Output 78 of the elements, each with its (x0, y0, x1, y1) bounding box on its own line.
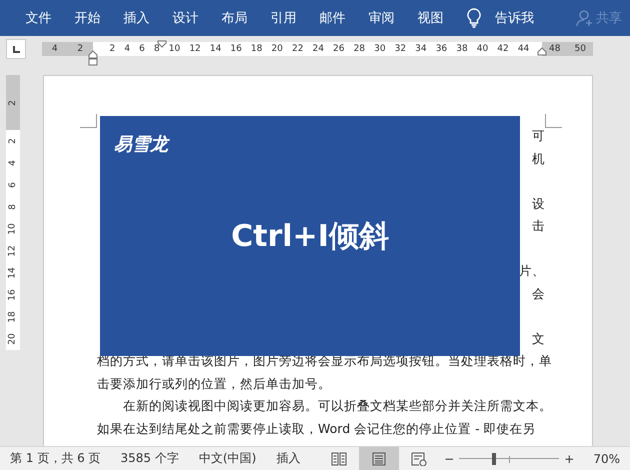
ribbon-tab[interactable]: 视图 (406, 5, 455, 31)
ruler-number: 22 (292, 44, 304, 54)
ribbon-tab[interactable]: 审阅 (357, 5, 406, 31)
tell-me-link[interactable]: 告诉我 (495, 5, 534, 31)
text-fragment: 击 (532, 218, 545, 233)
ruler-number: 24 (312, 44, 324, 54)
text-fragment: 会 (532, 286, 545, 300)
text-fragment: 设 (532, 196, 545, 210)
ruler-number: 8 (154, 44, 160, 54)
zoom-out-button[interactable]: − (441, 452, 458, 466)
ruler-number: 50 (574, 44, 586, 54)
ruler-number: 34 (415, 44, 427, 54)
page-icon (371, 452, 388, 466)
text-fragment: 文 (532, 330, 545, 346)
ruler-number: 2 (8, 138, 18, 144)
ruler-number: 20 (8, 333, 18, 345)
ruler-number: 26 (333, 44, 344, 54)
person-add-icon (576, 9, 594, 27)
text-fragment: 可 (532, 128, 545, 143)
vertical-ruler[interactable]: 2 2 4 6 8 10 12 14 16 18 20 (6, 75, 20, 350)
text-fragment: 片、 (519, 263, 545, 278)
paragraph-line: 击要添加行或列的位置，然后单击加号。 (97, 376, 331, 390)
ruler-number: 4 (124, 44, 130, 54)
ruler-number: 14 (210, 44, 222, 54)
ruler-number: 38 (456, 44, 468, 54)
word-count[interactable]: 3585 个字 (120, 450, 179, 467)
ruler-number: 30 (374, 44, 386, 54)
ruler-number: 10 (8, 223, 18, 235)
ruler-number: 18 (8, 311, 18, 323)
page-count[interactable]: 第 1 页，共 6 页 (10, 450, 101, 467)
zoom-slider-thumb[interactable] (492, 452, 496, 464)
logo-text: 易雪龙 (114, 133, 168, 156)
ribbon-tab[interactable]: 引用 (259, 5, 308, 31)
ruler-number: 18 (250, 44, 262, 54)
banner-caption: Ctrl+I倾斜 (230, 218, 390, 256)
ruler-number: 2 (8, 100, 18, 106)
right-indent-icon[interactable] (537, 47, 547, 56)
language-label[interactable]: 中文(中国) (198, 450, 256, 467)
ruler-number: 6 (139, 44, 145, 54)
ruler-number: 48 (549, 44, 560, 54)
print-layout-button[interactable] (359, 447, 400, 470)
web-page-icon (411, 452, 428, 466)
text-fragment: 机 (532, 150, 545, 166)
ruler-number: 2 (110, 44, 116, 54)
ruler-number: 16 (8, 289, 18, 301)
ruler-number: 4 (8, 160, 18, 166)
ruler-number: 2 (77, 44, 84, 54)
zoom-in-button[interactable]: + (561, 452, 578, 466)
ribbon-tab[interactable]: 邮件 (308, 5, 357, 31)
ribbon-tab[interactable]: 插入 (112, 5, 161, 31)
ruler-number: 12 (8, 245, 18, 257)
paragraph-line: 如果在达到结尾处之前需要停止读取，Word 会记住您的停止位置 - 即使在另 (97, 420, 536, 436)
crop-mark (80, 114, 97, 128)
ruler-number: 10 (168, 44, 180, 54)
ruler-number: 44 (518, 44, 530, 54)
zoom-percent[interactable]: 70% (593, 452, 620, 466)
paragraph-line: 在新的阅读视图中阅读更加容易。可以折叠文档某些部分并关注所需文本。 (123, 398, 552, 413)
ruler-number: 4 (52, 44, 58, 54)
lightbulb-icon[interactable] (467, 8, 481, 28)
insert-mode-label[interactable]: 插入 (276, 450, 300, 467)
ruler-number: 12 (189, 44, 201, 54)
ruler-number: 28 (354, 44, 366, 54)
ruler-number: 6 (8, 182, 18, 188)
ruler-number: 8 (8, 204, 18, 210)
ruler-number: 16 (230, 44, 242, 54)
ruler-number: 40 (476, 44, 488, 54)
ruler-number: 32 (394, 44, 406, 54)
ribbon-tab[interactable]: 设计 (161, 5, 210, 31)
ribbon-tab[interactable]: 文件 (14, 5, 63, 31)
book-icon (331, 452, 348, 466)
ribbon-tab[interactable]: 布局 (210, 5, 259, 31)
ruler-number: 36 (436, 44, 448, 54)
crop-mark (545, 114, 562, 128)
ruler-number: 14 (8, 267, 18, 279)
ruler-number: 20 (271, 44, 283, 54)
ribbon-tab[interactable]: 开始 (63, 5, 112, 31)
ruler-number: 42 (497, 44, 509, 54)
tab-stop-selector[interactable] (6, 39, 26, 59)
